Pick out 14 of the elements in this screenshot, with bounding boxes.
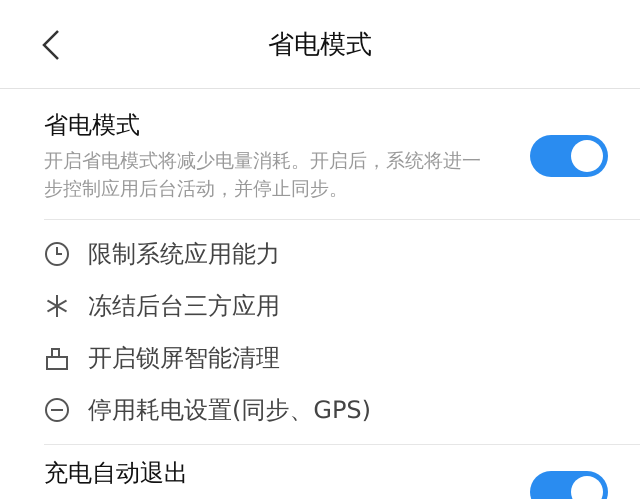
clock-icon xyxy=(44,241,70,267)
effect-label: 冻结后台三方应用 xyxy=(88,291,280,322)
snowflake-icon xyxy=(44,293,70,319)
effect-label: 开启锁屏智能清理 xyxy=(88,343,280,374)
back-icon[interactable] xyxy=(40,29,62,61)
effect-label: 停用耗电设置(同步、GPS) xyxy=(88,395,372,426)
setting-title: 省电模式 xyxy=(44,110,141,141)
effect-label: 限制系统应用能力 xyxy=(88,239,280,270)
toggle-switch[interactable] xyxy=(530,135,608,177)
lock-icon xyxy=(44,345,70,371)
setting-title: 充电自动退出 xyxy=(44,458,188,489)
minus-circle-icon xyxy=(44,397,70,423)
setting-description: 开启省电模式将减少电量消耗。开启后，系统将进一步控制应用后台活动，并停止同步。 xyxy=(44,149,482,202)
page-title: 省电模式 xyxy=(268,30,372,60)
